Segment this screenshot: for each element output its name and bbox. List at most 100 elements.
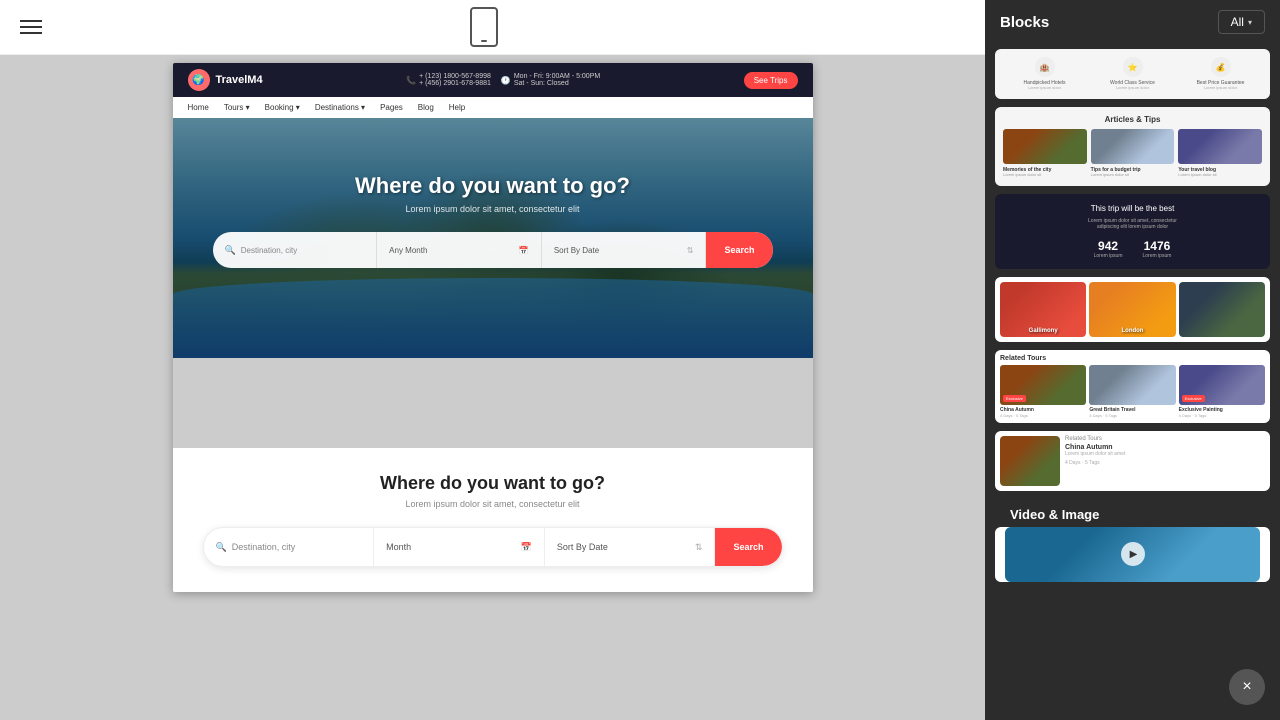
all-filter-button[interactable]: All ▾ bbox=[1218, 10, 1265, 34]
blocks-list[interactable]: 🏨 Handpicked Hotels Lorem ipsum dolor ⭐ … bbox=[985, 44, 1280, 720]
destination-field[interactable]: 🔍 Destination, city bbox=[213, 232, 378, 268]
hotels-icon: 🏨 bbox=[1035, 57, 1055, 77]
site-nav: Home Tours ▾ Booking ▾ Destinations ▾ Pa… bbox=[173, 97, 813, 118]
nav-booking[interactable]: Booking ▾ bbox=[265, 103, 300, 112]
single-tour-header: Related Tours bbox=[1065, 436, 1265, 442]
hero-search-button[interactable]: Search bbox=[706, 232, 772, 268]
destination-2: London bbox=[1089, 282, 1175, 337]
nav-tours[interactable]: Tours ▾ bbox=[224, 103, 250, 112]
second-section-subtitle: Lorem ipsum dolor sit amet, consectetur … bbox=[203, 499, 783, 509]
destination-label-1: Gallimony bbox=[1026, 325, 1061, 337]
article-3: Your travel blog Lorem ipsum dolor sit bbox=[1178, 129, 1262, 178]
single-tour-info: Related Tours China Autumn Lorem ipsum d… bbox=[1065, 436, 1265, 486]
feature-service: ⭐ World Class Service Lorem ipsum dolor bbox=[1091, 57, 1174, 91]
hamburger-menu[interactable] bbox=[20, 20, 42, 34]
articles-block-card[interactable]: Articles & Tips Memories of the city Lor… bbox=[995, 107, 1270, 186]
video-image-label: Video & Image bbox=[1010, 507, 1099, 522]
month-field[interactable]: Any Month 📅 bbox=[377, 232, 542, 268]
stat-number-1: 942 bbox=[1094, 239, 1123, 253]
phone-icon: 📞 bbox=[406, 76, 416, 85]
nav-destinations[interactable]: Destinations ▾ bbox=[315, 103, 365, 112]
single-tour-name: China Autumn bbox=[1065, 444, 1265, 451]
hero-title: Where do you want to go? bbox=[355, 173, 630, 199]
price-desc: Lorem ipsum dolor bbox=[1179, 86, 1262, 91]
right-panel-header: Blocks All ▾ bbox=[985, 0, 1280, 44]
single-tour-meta: 4 Days · 5 Tags bbox=[1065, 460, 1265, 466]
article-desc-2: Lorem ipsum dolor sit bbox=[1091, 173, 1175, 178]
nav-pages[interactable]: Pages bbox=[380, 103, 403, 112]
phone1: + (123) 1800-567-8998 bbox=[419, 73, 491, 80]
right-panel: Blocks All ▾ 🏨 Handpicked Hotels Lorem i… bbox=[985, 0, 1280, 720]
hero-content: Where do you want to go? Lorem ipsum dol… bbox=[173, 118, 813, 268]
site-logo: TravelM4 bbox=[188, 69, 263, 91]
second-section: Where do you want to go? Lorem ipsum dol… bbox=[173, 448, 813, 592]
article-1: Memories of the city Lorem ipsum dolor s… bbox=[1003, 129, 1087, 178]
articles-grid: Memories of the city Lorem ipsum dolor s… bbox=[1003, 129, 1262, 178]
destination-3 bbox=[1179, 282, 1265, 337]
stat-1: 942 Lorem ipsum bbox=[1094, 239, 1123, 259]
chevron-down-icon: ▾ bbox=[1248, 18, 1252, 27]
destinations-block: Gallimony London bbox=[995, 277, 1270, 342]
play-icon: ▶ bbox=[1130, 549, 1138, 560]
second-search-button[interactable]: Search bbox=[715, 528, 781, 566]
single-tour-block-card[interactable]: Related Tours China Autumn Lorem ipsum d… bbox=[995, 431, 1270, 491]
close-icon: × bbox=[1242, 678, 1251, 696]
article-2: Tips for a budget trip Lorem ipsum dolor… bbox=[1091, 129, 1175, 178]
destination-1: Gallimony bbox=[1000, 282, 1086, 337]
tour-badge-3: Exclusive bbox=[1182, 395, 1205, 402]
feature-price: 💰 Best Price Guarantee Lorem ipsum dolor bbox=[1179, 57, 1262, 91]
video-block-card[interactable]: ▶ bbox=[995, 527, 1270, 582]
clock-icon: 🕐 bbox=[501, 76, 511, 85]
logo-text: TravelM4 bbox=[216, 74, 263, 86]
video-play-button[interactable]: ▶ bbox=[1121, 542, 1145, 566]
second-section-title: Where do you want to go? bbox=[203, 473, 783, 494]
mobile-device-icon[interactable] bbox=[470, 7, 498, 47]
site-header: TravelM4 📞 + (123) 1800-567-8998 + (456)… bbox=[173, 63, 813, 97]
destinations-block-card[interactable]: Gallimony London bbox=[995, 277, 1270, 342]
sort-field-2[interactable]: Sort By Date ⇅ bbox=[545, 528, 716, 566]
related-tours-block-card[interactable]: Related Tours Exclusive China Autumn 4 D… bbox=[995, 350, 1270, 423]
stats-numbers: 942 Lorem ipsum 1476 Lorem ipsum bbox=[1005, 239, 1260, 259]
stats-block-card[interactable]: This trip will be the best Lorem ipsum d… bbox=[995, 194, 1270, 269]
tour-img-2 bbox=[1089, 365, 1175, 405]
tour-info-2: 4 Days · 5 Tags bbox=[1089, 413, 1175, 418]
nav-blog[interactable]: Blog bbox=[418, 103, 434, 112]
features-thumb: 🏨 Handpicked Hotels Lorem ipsum dolor ⭐ … bbox=[995, 49, 1270, 99]
features-block-card[interactable]: 🏨 Handpicked Hotels Lorem ipsum dolor ⭐ … bbox=[995, 49, 1270, 99]
second-search-bar: 🔍 Destination, city Month 📅 Sort By Date… bbox=[203, 527, 783, 567]
contact-info: 📞 + (123) 1800-567-8998 + (456) 2901-678… bbox=[406, 73, 600, 87]
hours2: Sat - Sun: Closed bbox=[514, 80, 600, 87]
destination-field-2[interactable]: 🔍 Destination, city bbox=[204, 528, 375, 566]
preview-area[interactable]: TravelM4 📞 + (123) 1800-567-8998 + (456)… bbox=[0, 55, 985, 720]
phone-contact: 📞 + (123) 1800-567-8998 + (456) 2901-678… bbox=[406, 73, 491, 87]
stat-number-2: 1476 bbox=[1143, 239, 1172, 253]
nav-home[interactable]: Home bbox=[188, 103, 209, 112]
tour-img-1: Exclusive bbox=[1000, 365, 1086, 405]
single-tour-desc: Lorem ipsum dolor sit amet bbox=[1065, 451, 1265, 458]
top-toolbar bbox=[0, 0, 985, 55]
device-preview bbox=[470, 7, 498, 47]
tour-2: Great Britain Travel 4 Days · 5 Tags bbox=[1089, 365, 1175, 418]
related-tours-title: Related Tours bbox=[995, 350, 1270, 365]
nav-help[interactable]: Help bbox=[449, 103, 465, 112]
stats-title: This trip will be the best bbox=[1005, 204, 1260, 213]
stats-block: This trip will be the best Lorem ipsum d… bbox=[995, 194, 1270, 269]
single-tour-img bbox=[1000, 436, 1060, 486]
calendar-icon: 📅 bbox=[519, 246, 529, 255]
see-trips-button[interactable]: See Trips bbox=[744, 72, 798, 89]
sort-icon-2: ⇅ bbox=[695, 542, 703, 553]
month-field-2[interactable]: Month 📅 bbox=[374, 528, 545, 566]
stat-label-2: Lorem ipsum bbox=[1143, 253, 1172, 259]
all-button-label: All bbox=[1231, 15, 1244, 29]
related-tours-grid: Exclusive China Autumn 4 Days · 5 Tags G… bbox=[995, 365, 1270, 423]
price-icon: 💰 bbox=[1211, 57, 1231, 77]
close-button[interactable]: × bbox=[1229, 669, 1265, 705]
articles-title: Articles & Tips bbox=[1003, 115, 1262, 124]
destination-icon: 🔍 bbox=[225, 245, 236, 256]
stat-2: 1476 Lorem ipsum bbox=[1143, 239, 1172, 259]
gray-spacer bbox=[173, 358, 813, 448]
feature-hotels: 🏨 Handpicked Hotels Lorem ipsum dolor bbox=[1003, 57, 1086, 91]
destination-placeholder: Destination, city bbox=[241, 246, 297, 255]
destination-icon-2: 🔍 bbox=[216, 542, 227, 553]
sort-field[interactable]: Sort By Date ⇅ bbox=[542, 232, 707, 268]
